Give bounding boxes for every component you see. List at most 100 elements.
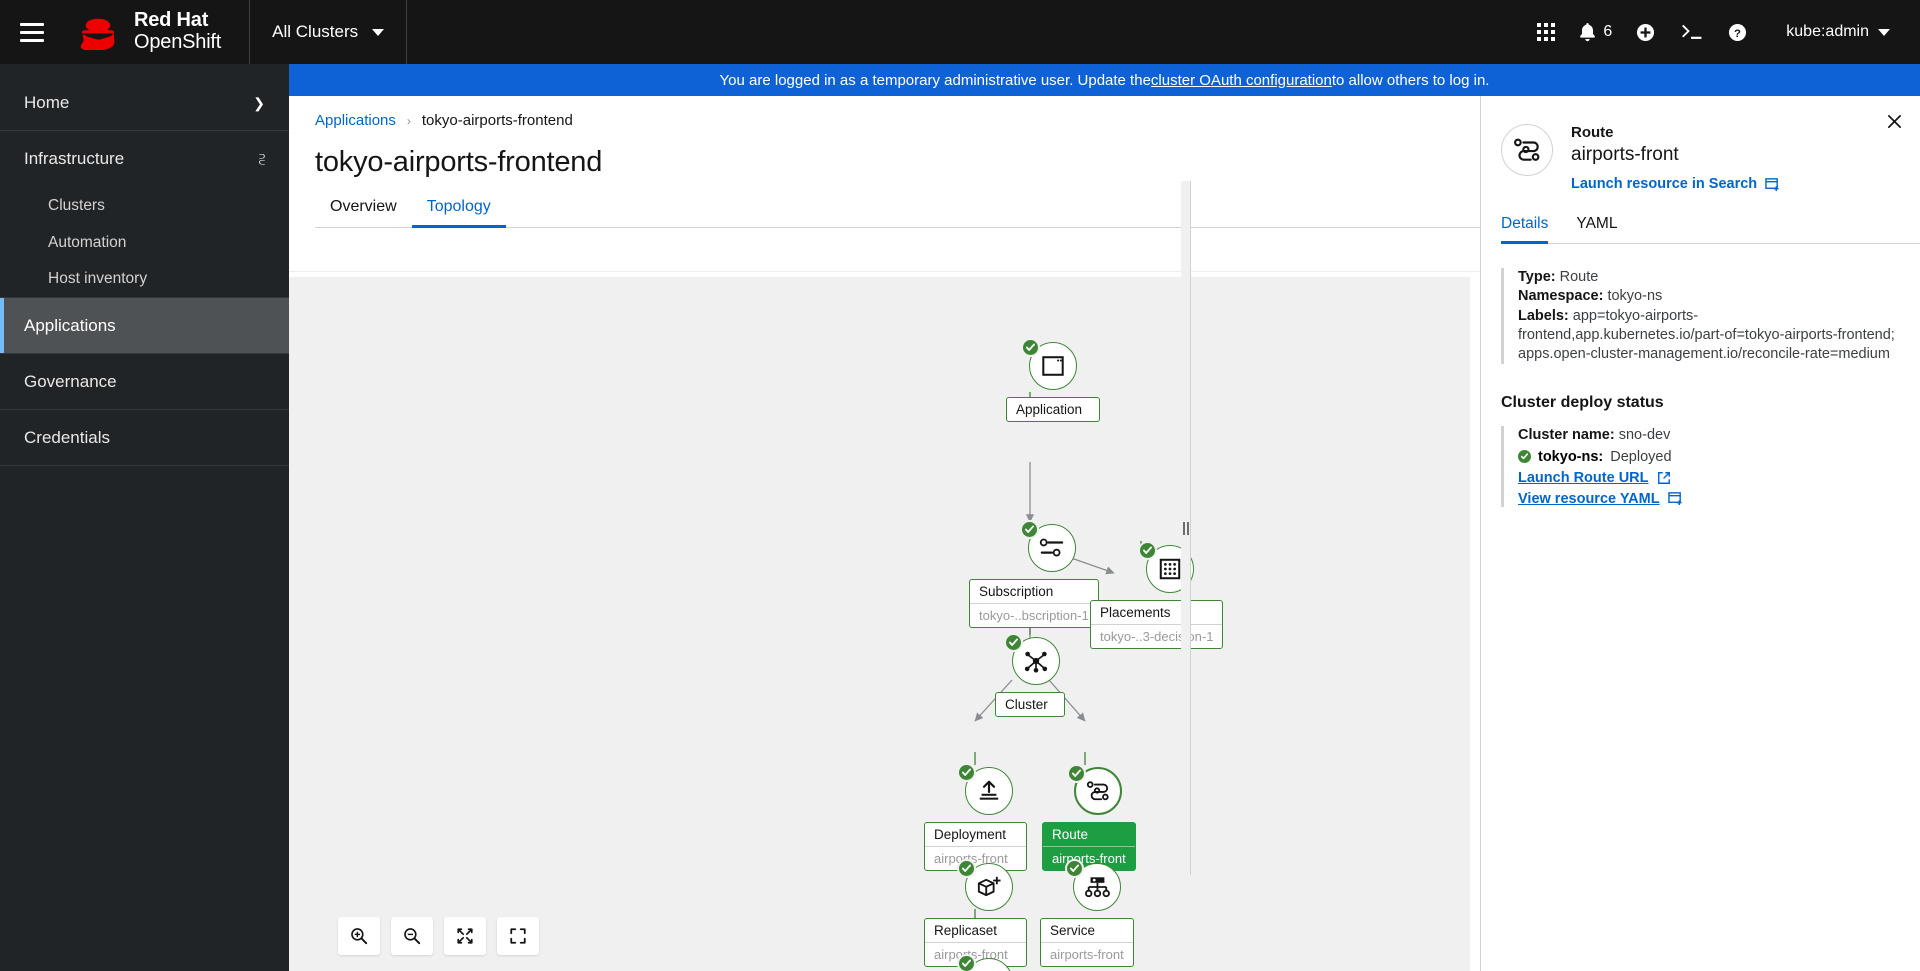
cluster-node-circle[interactable] bbox=[1003, 633, 1060, 685]
fit-to-screen-button[interactable] bbox=[444, 917, 486, 955]
help-button[interactable]: ? bbox=[1714, 0, 1760, 64]
temporary-user-banner: You are logged in as a temporary adminis… bbox=[289, 64, 1920, 96]
tab-topology[interactable]: Topology bbox=[411, 198, 506, 228]
banner-text-after: to allow others to log in. bbox=[1331, 71, 1490, 89]
cluster-node-title: Cluster bbox=[1005, 697, 1048, 712]
replicaset-node-circle[interactable] bbox=[957, 859, 1013, 911]
topology-node-placements[interactable]: Placements tokyo-..3-decision-1 bbox=[1090, 541, 1224, 649]
hamburger-menu-icon[interactable] bbox=[0, 0, 64, 64]
sidebar-item-host-inventory-label: Host inventory bbox=[48, 270, 148, 287]
topology-node-replicaset[interactable]: Replicaset airports-front bbox=[924, 859, 1027, 967]
service-node-title: Service bbox=[1050, 923, 1096, 938]
resource-details-panel: Route airports-front Launch resource in … bbox=[1480, 96, 1920, 971]
resource-attributes: Type: Route Namespace: tokyo-ns Labels: … bbox=[1501, 268, 1900, 365]
notifications-count: 6 bbox=[1603, 23, 1613, 40]
primary-navigation: Home ❯ Infrastructure ⫔ Clusters Automat… bbox=[0, 64, 289, 971]
check-circle-icon bbox=[1020, 520, 1040, 539]
view-resource-yaml-link[interactable]: View resource YAML bbox=[1518, 491, 1900, 507]
placements-node-label[interactable]: Placements tokyo-..3-decision-1 bbox=[1090, 600, 1224, 649]
replicaset-cube-plus-icon bbox=[977, 876, 1001, 897]
topology-node-application[interactable]: Application bbox=[1006, 338, 1100, 422]
panel-resize-handle[interactable] bbox=[1181, 181, 1191, 875]
expand-arrows-icon bbox=[457, 928, 473, 944]
route-node-circle[interactable] bbox=[1067, 764, 1123, 815]
tab-yaml[interactable]: YAML bbox=[1562, 215, 1631, 243]
sidebar-item-automation[interactable]: Automation bbox=[0, 224, 289, 261]
close-panel-button[interactable] bbox=[1883, 110, 1905, 132]
user-menu-button[interactable]: kube:admin bbox=[1760, 0, 1898, 64]
sidebar-item-home[interactable]: Home ❯ bbox=[0, 75, 289, 131]
tab-details[interactable]: Details bbox=[1501, 215, 1562, 244]
zoom-out-button[interactable] bbox=[391, 917, 433, 955]
help-circle-icon: ? bbox=[1728, 23, 1746, 41]
namespace-status-name: tokyo-ns: bbox=[1538, 448, 1604, 465]
chevron-down-icon bbox=[1878, 28, 1890, 36]
tab-overview[interactable]: Overview bbox=[315, 198, 412, 227]
topology-node-pod[interactable]: Pod airports-front bbox=[951, 954, 1027, 971]
pod-node-circle[interactable] bbox=[957, 954, 1013, 971]
deployment-node-circle[interactable] bbox=[957, 763, 1013, 815]
subscription-node-title: Subscription bbox=[979, 584, 1054, 599]
placements-node-title: Placements bbox=[1100, 605, 1171, 620]
nav-top-spacer bbox=[0, 64, 289, 75]
sidebar-item-automation-label: Automation bbox=[48, 233, 127, 251]
sidebar-item-applications[interactable]: Applications bbox=[0, 298, 289, 354]
plus-circle-icon bbox=[1636, 23, 1654, 41]
launch-resource-in-search-link[interactable]: Launch resource in Search bbox=[1571, 176, 1780, 192]
sidebar-item-host-inventory[interactable]: Host inventory bbox=[0, 261, 289, 298]
sidebar-item-infrastructure[interactable]: Infrastructure ⫔ bbox=[0, 131, 289, 187]
topology-node-service[interactable]: Service airports-front bbox=[1040, 859, 1134, 967]
topology-node-route[interactable]: Route airports-front bbox=[1042, 764, 1136, 871]
cluster-name-label: Cluster name: bbox=[1518, 427, 1615, 444]
apps-launcher-button[interactable] bbox=[1523, 0, 1569, 64]
topology-node-subscription[interactable]: Subscription tokyo-..bscription-1 bbox=[969, 520, 1099, 628]
check-circle-icon bbox=[957, 859, 976, 878]
bell-icon bbox=[1580, 22, 1596, 41]
tab-topology-label: Topology bbox=[426, 198, 491, 215]
magnifier-minus-icon bbox=[404, 928, 421, 945]
application-node-label[interactable]: Application bbox=[1006, 397, 1100, 422]
topology-canvas[interactable]: Application Subscription tokyo-..bscript… bbox=[289, 277, 1470, 971]
add-button[interactable] bbox=[1622, 0, 1668, 64]
terminal-button[interactable] bbox=[1668, 0, 1714, 64]
service-node-subtitle: airports-front bbox=[1041, 942, 1133, 966]
subscription-node-circle[interactable] bbox=[1020, 520, 1077, 572]
sidebar-item-applications-label: Applications bbox=[24, 315, 116, 335]
sidebar-item-credentials[interactable]: Credentials bbox=[0, 410, 289, 466]
magnifier-plus-icon bbox=[351, 928, 368, 945]
terminal-icon bbox=[1681, 24, 1702, 39]
oauth-config-link[interactable]: cluster OAuth configuration bbox=[1151, 72, 1332, 89]
close-icon bbox=[1887, 114, 1901, 128]
brand-logo[interactable]: Red Hat OpenShift bbox=[64, 10, 221, 53]
check-circle-icon bbox=[1067, 764, 1087, 783]
zoom-in-button[interactable] bbox=[338, 917, 380, 955]
application-node-circle[interactable] bbox=[1021, 338, 1077, 390]
subscription-node-label[interactable]: Subscription tokyo-..bscription-1 bbox=[969, 579, 1099, 628]
breadcrumb-applications-link[interactable]: Applications bbox=[315, 112, 396, 129]
check-circle-icon bbox=[957, 763, 976, 782]
reset-view-button[interactable] bbox=[497, 917, 539, 955]
svg-text:?: ? bbox=[1734, 27, 1741, 39]
tab-details-label: Details bbox=[1501, 215, 1549, 232]
deployment-node-title: Deployment bbox=[934, 827, 1007, 842]
sidebar-item-clusters[interactable]: Clusters bbox=[0, 187, 289, 224]
placements-node-subtitle: tokyo-..3-decision-1 bbox=[1091, 624, 1223, 648]
launch-resource-in-search-label: Launch resource in Search bbox=[1571, 176, 1758, 192]
topology-canvas-wrapper: Application Subscription tokyo-..bscript… bbox=[289, 277, 1470, 971]
resource-name: airports-front bbox=[1571, 144, 1679, 165]
service-node-circle[interactable] bbox=[1065, 859, 1122, 911]
application-node-title: Application bbox=[1016, 402, 1083, 417]
application-window-icon bbox=[1042, 356, 1064, 376]
cluster-node-label[interactable]: Cluster bbox=[995, 692, 1065, 717]
service-network-icon bbox=[1085, 877, 1111, 898]
details-header: Route airports-front Launch resource in … bbox=[1481, 96, 1920, 193]
topology-node-cluster[interactable]: Cluster bbox=[995, 633, 1065, 717]
launch-route-url-link[interactable]: Launch Route URL bbox=[1518, 470, 1900, 486]
topology-node-deployment[interactable]: Deployment airports-front bbox=[924, 763, 1027, 871]
labels-value: app=tokyo-airports-frontend,app.kubernet… bbox=[1518, 307, 1895, 363]
service-node-label[interactable]: Service airports-front bbox=[1040, 918, 1134, 967]
notifications-button[interactable]: 6 bbox=[1569, 0, 1622, 64]
sidebar-item-governance[interactable]: Governance bbox=[0, 354, 289, 410]
route-node-title: Route bbox=[1052, 827, 1089, 842]
cluster-selector[interactable]: All Clusters bbox=[249, 0, 408, 64]
